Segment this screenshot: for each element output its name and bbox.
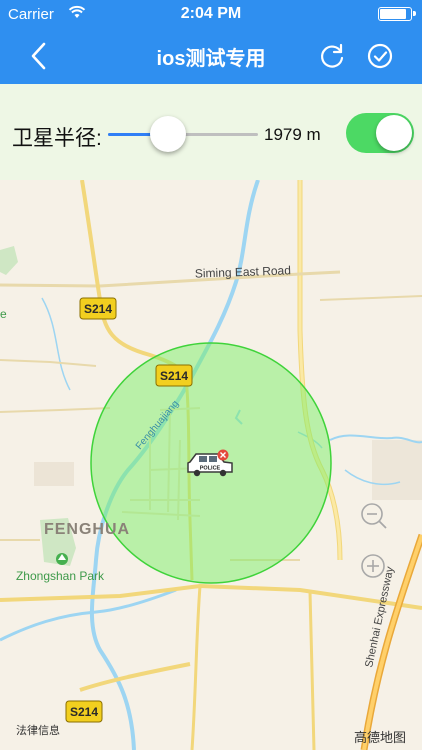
zoom-in-icon — [361, 554, 385, 578]
park-pin-icon — [56, 553, 68, 565]
svg-text:POLICE: POLICE — [200, 466, 221, 472]
check-circle-icon — [367, 43, 393, 69]
edge-label: e — [0, 307, 7, 321]
page-title: ios测试专用 — [156, 48, 266, 70]
svg-text:S214: S214 — [70, 705, 98, 719]
navigation-bar: ios测试专用 — [0, 28, 422, 84]
refresh-button[interactable] — [316, 40, 348, 72]
zoom-out-button[interactable] — [359, 501, 389, 531]
radius-value: 1979 m — [264, 125, 321, 144]
legal-link: 法律信息 — [16, 723, 60, 737]
svg-text:S214: S214 — [160, 369, 188, 383]
status-time: 2:04 PM — [180, 5, 242, 22]
refresh-icon — [321, 43, 344, 68]
zoom-in-button[interactable] — [358, 551, 388, 581]
route-shield-s214-bottom: S214 — [65, 700, 103, 723]
svg-text:S214: S214 — [84, 302, 112, 316]
satellite-toggle[interactable] — [346, 113, 414, 153]
marker-close-icon — [217, 449, 229, 461]
urban-block — [34, 462, 74, 486]
confirm-button[interactable] — [364, 40, 396, 72]
map-brand-logo: 高德地图 — [354, 730, 406, 745]
slider-thumb[interactable] — [150, 116, 186, 152]
zoom-out-icon — [361, 503, 387, 529]
route-shield-s214-mid: S214 — [155, 364, 193, 387]
battery-icon — [378, 7, 416, 21]
map-view[interactable]: S214 S214 S214 Siming East Road Fenghuaj… — [0, 180, 422, 750]
radius-slider[interactable] — [108, 116, 258, 152]
status-bar: Carrier 2:04 PM — [0, 0, 422, 28]
urban-block — [372, 440, 422, 500]
radius-label: 卫星半径: — [12, 127, 102, 150]
town-label: FENGHUA — [44, 521, 130, 538]
toggle-knob — [376, 115, 412, 151]
route-shield-s214-top: S214 — [79, 297, 117, 320]
park-label: Zhongshan Park — [16, 569, 105, 583]
